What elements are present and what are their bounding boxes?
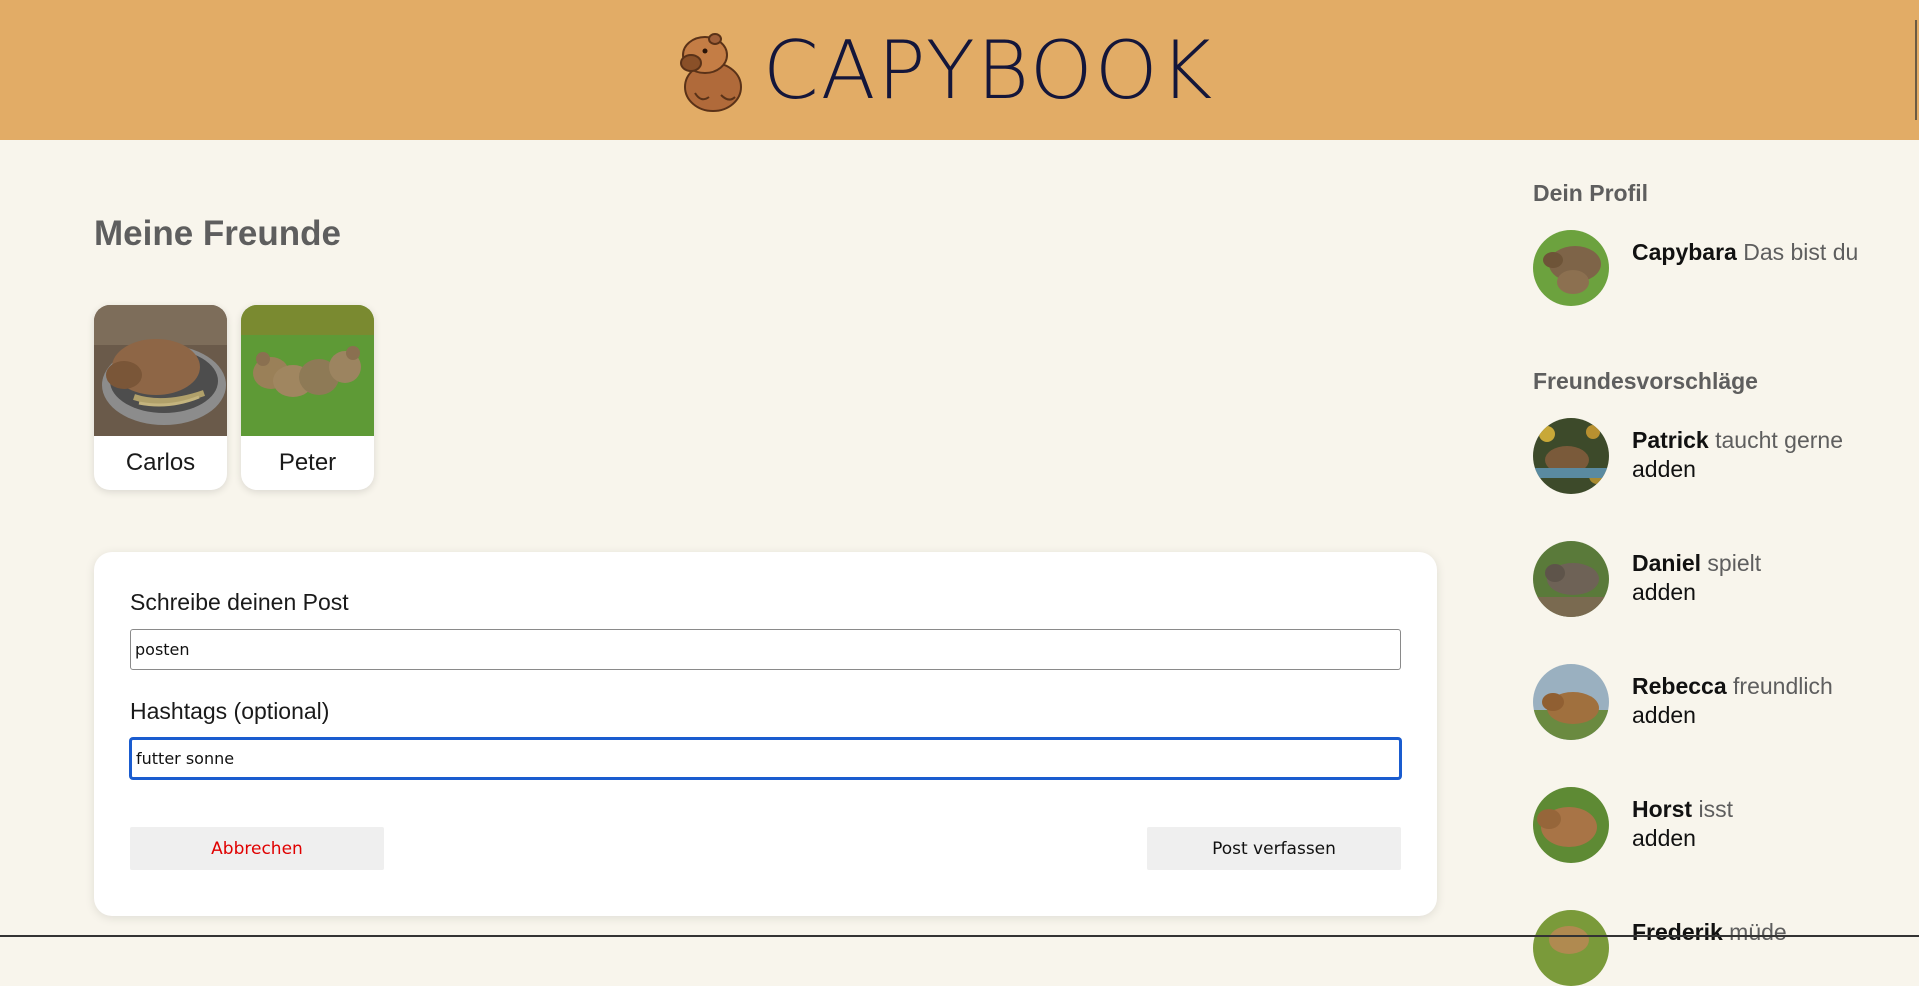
friend-card-carlos[interactable]: Carlos <box>94 305 227 490</box>
avatar <box>1533 230 1609 306</box>
person-status: Das bist du <box>1743 239 1859 265</box>
add-friend-button[interactable]: adden <box>1632 824 1733 853</box>
friend-name: Peter <box>278 449 337 476</box>
avatar <box>1533 541 1609 617</box>
add-friend-button[interactable]: adden <box>1632 455 1843 484</box>
avatar <box>1533 910 1609 986</box>
suggestion-item: Daniel spielt adden <box>1533 541 1913 617</box>
avatar <box>1533 664 1609 740</box>
person-name: Capybara <box>1632 239 1737 265</box>
suggestion-text: Horst isst adden <box>1632 795 1733 853</box>
person-status: müde <box>1729 919 1787 945</box>
hashtags-field-label: Hashtags (optional) <box>130 698 330 724</box>
friend-photo-peter <box>241 305 374 436</box>
suggestion-item: Patrick taucht gerne adden <box>1533 418 1913 494</box>
post-composer: Schreibe deinen Post Hashtags (optional)… <box>94 552 1437 916</box>
profile-heading: Dein Profil <box>1533 180 1649 206</box>
add-friend-button[interactable]: adden <box>1632 701 1833 730</box>
suggestion-text: Frederik müde <box>1632 918 1787 947</box>
avatar <box>1533 787 1609 863</box>
person-status: isst <box>1698 796 1733 822</box>
site-header: CAPYBOOK <box>0 0 1919 140</box>
suggestion-text: Patrick taucht gerne adden <box>1632 426 1843 484</box>
person-name: Rebecca <box>1632 673 1727 699</box>
avatar <box>1533 418 1609 494</box>
friends-list: Carlos Peter <box>94 305 374 490</box>
person-name: Horst <box>1632 796 1693 822</box>
friend-name: Carlos <box>125 449 196 476</box>
friend-card-peter[interactable]: Peter <box>241 305 374 490</box>
person-name: Frederik <box>1632 919 1723 945</box>
person-status: taucht gerne <box>1715 427 1843 453</box>
submit-post-button[interactable]: Post verfassen <box>1147 827 1401 870</box>
suggestion-item: Horst isst adden <box>1533 787 1913 863</box>
suggestion-item: Rebecca freundlich adden <box>1533 664 1913 740</box>
profile-entry[interactable]: Capybara Das bist du <box>1533 230 1913 306</box>
person-status: freundlich <box>1733 673 1833 699</box>
suggestions-heading: Freundesvorschläge <box>1533 368 1758 394</box>
suggestion-item: Frederik müde <box>1533 910 1913 986</box>
person-status: spielt <box>1707 550 1762 576</box>
person-name: Daniel <box>1632 550 1702 576</box>
hashtags-input[interactable] <box>130 738 1401 779</box>
friend-photo-carlos <box>94 305 227 436</box>
post-input[interactable] <box>130 629 1401 670</box>
brand-name: CAPYBOOK <box>762 23 1215 117</box>
suggestion-text: Daniel spielt adden <box>1632 549 1761 607</box>
post-field-label: Schreibe deinen Post <box>130 589 349 615</box>
cancel-button[interactable]: Abbrechen <box>130 827 384 870</box>
scrollbar-thumb[interactable] <box>1915 20 1917 120</box>
brand-logo[interactable]: CAPYBOOK <box>675 24 1214 117</box>
friends-section-title: Meine Freunde <box>94 214 341 253</box>
suggestion-text: Rebecca freundlich adden <box>1632 672 1833 730</box>
profile-text: Capybara Das bist du <box>1632 238 1858 267</box>
person-name: Patrick <box>1632 427 1709 453</box>
capybara-logo-icon <box>679 33 742 112</box>
add-friend-button[interactable]: adden <box>1632 578 1761 607</box>
